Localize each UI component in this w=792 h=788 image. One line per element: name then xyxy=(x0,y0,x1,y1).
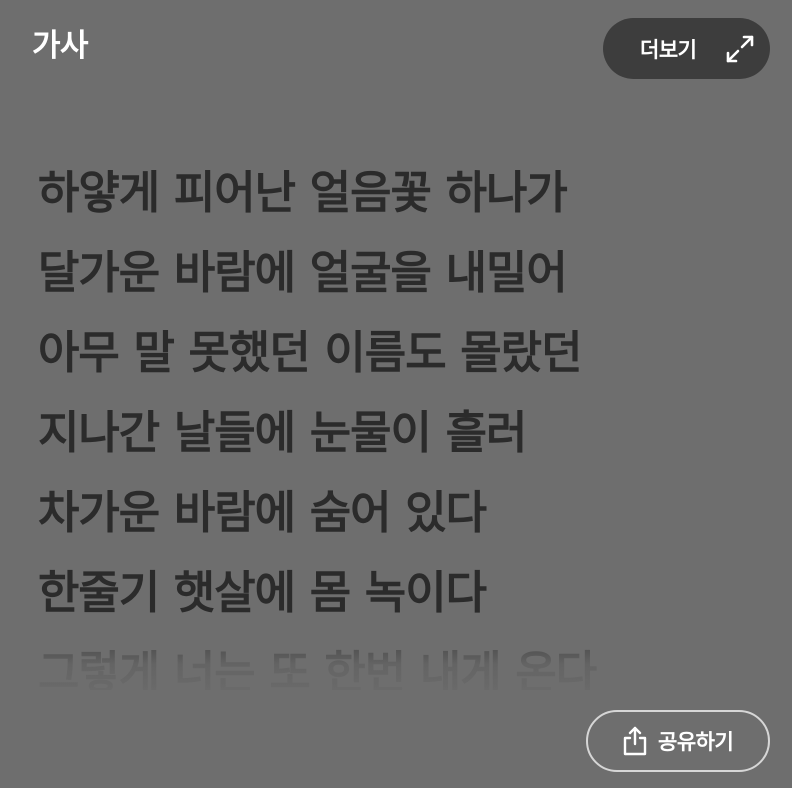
lyrics-title: 가사 xyxy=(32,28,89,64)
lyric-line: 한줄기 햇살에 몸 녹이다 xyxy=(38,566,487,619)
lyric-line: 지나간 날들에 눈물이 흘러 xyxy=(38,406,527,459)
lyric-line: 달가운 바람에 얼굴을 내밀어 xyxy=(38,246,568,299)
lyric-line: 아무 말 못했던 이름도 몰랐던 xyxy=(38,326,582,379)
lyric-line: 그렇게 너는 또 한번 내게 온다 xyxy=(38,646,597,690)
share-button[interactable]: 공유하기 xyxy=(586,710,770,772)
lyric-line: 차가운 바람에 숨어 있다 xyxy=(38,486,487,539)
expand-arrows-icon xyxy=(726,35,754,63)
lyrics-text: 하얗게 피어난 얼음꽃 하나가 달가운 바람에 얼굴을 내밀어 아무 말 못했던… xyxy=(38,156,758,690)
more-button-label: 더보기 xyxy=(640,37,697,62)
lyrics-panel: 가사 더보기 하얗게 피어난 얼음꽃 하나가 달가운 바람에 얼굴을 내밀어 아… xyxy=(0,0,792,788)
lyric-line: 하얗게 피어난 얼음꽃 하나가 xyxy=(38,166,568,219)
more-button[interactable]: 더보기 xyxy=(603,18,770,79)
share-button-label: 공유하기 xyxy=(658,730,734,754)
share-upload-icon xyxy=(623,726,647,756)
